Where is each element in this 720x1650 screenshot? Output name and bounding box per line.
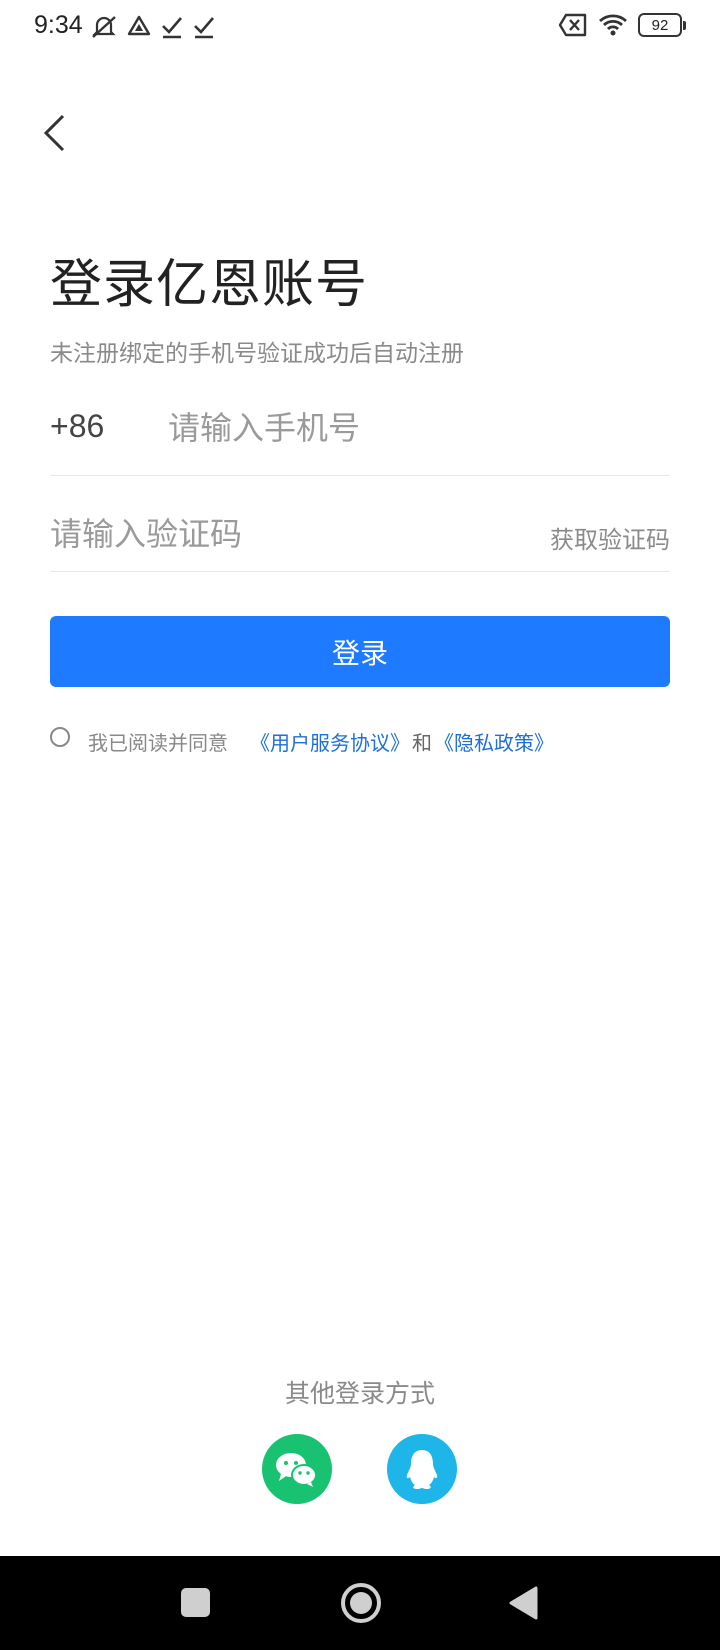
status-icons-left xyxy=(90,14,216,40)
status-icons-right: 92 xyxy=(558,13,686,37)
chevron-left-icon xyxy=(43,114,65,152)
other-login-title: 其他登录方式 xyxy=(284,1379,435,1408)
privacy-link[interactable]: 《隐私政策》 xyxy=(434,727,554,756)
battery-level: 92 xyxy=(651,16,669,34)
navigation-bar xyxy=(0,1556,720,1650)
status-bar: 9:34 92 xyxy=(0,0,720,56)
wechat-icon xyxy=(276,1453,317,1487)
country-code[interactable]: +86 xyxy=(50,408,104,445)
sim-off-icon xyxy=(558,13,587,37)
battery-indicator: 92 xyxy=(638,13,686,37)
verification-code-field: 获取验证码 xyxy=(50,506,670,572)
bell-off-icon xyxy=(92,16,116,38)
back-icon[interactable] xyxy=(508,1586,538,1620)
terms-link[interactable]: 《用户服务协议》 xyxy=(250,727,410,756)
drive-icon xyxy=(127,15,151,36)
qq-login-button[interactable] xyxy=(387,1434,457,1504)
and-text: 和 xyxy=(412,730,432,755)
check-icon xyxy=(162,17,182,39)
agree-checkbox[interactable] xyxy=(50,727,70,747)
login-button-label: 登录 xyxy=(331,636,388,670)
qq-icon xyxy=(406,1450,438,1489)
check-icon xyxy=(194,17,214,39)
phone-field: +86 xyxy=(50,398,670,476)
agree-text: 我已阅读并同意 xyxy=(88,730,228,755)
page-title: 登录亿恩账号 xyxy=(50,255,369,315)
status-time: 9:34 xyxy=(34,11,83,39)
wifi-icon xyxy=(599,14,627,36)
verification-code-input[interactable] xyxy=(50,506,470,562)
back-button[interactable] xyxy=(36,108,76,158)
wechat-login-button[interactable] xyxy=(262,1434,332,1504)
phone-input[interactable] xyxy=(168,400,648,456)
recents-icon[interactable] xyxy=(181,1588,210,1617)
login-button[interactable]: 登录 xyxy=(50,616,670,687)
home-icon[interactable] xyxy=(341,1583,381,1623)
page-subtitle: 未注册绑定的手机号验证成功后自动注册 xyxy=(50,341,464,367)
agreement-row: 我已阅读并同意 《用户服务协议》 和 《隐私政策》 xyxy=(50,726,554,756)
get-code-button[interactable]: 获取验证码 xyxy=(550,520,670,555)
